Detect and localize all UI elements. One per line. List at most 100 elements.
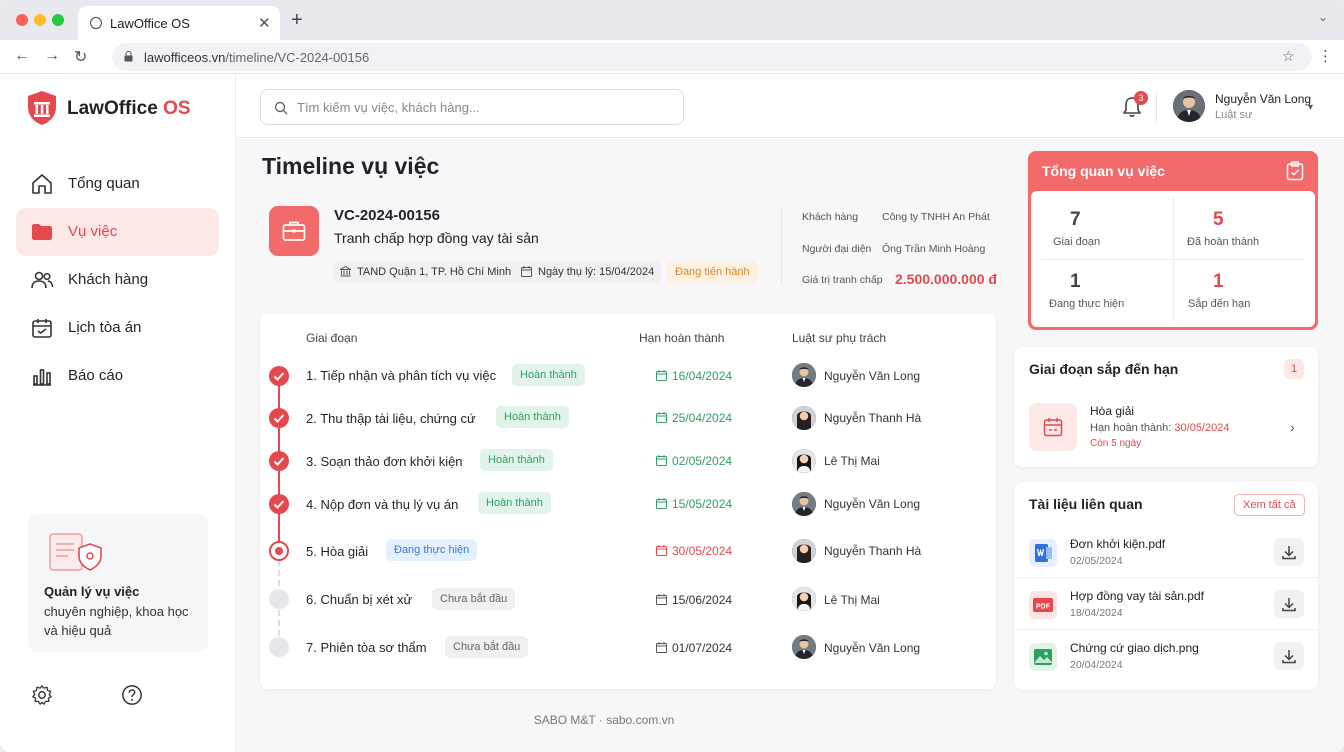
deadline-remaining: Còn 5 ngày <box>1090 438 1142 449</box>
dispute-amount-label: Giá trị tranh chấp <box>802 274 883 286</box>
divider <box>1041 259 1305 260</box>
column-header-stage: Giai đoạn <box>306 331 358 345</box>
sidebar-item-cases[interactable]: Vụ việc <box>16 208 219 256</box>
representative-value: Ông Trần Minh Hoàng <box>882 243 986 255</box>
footer-credit: SABO M&T · sabo.com.vn <box>533 713 675 727</box>
sidebar-item-court-calendar[interactable]: Lịch tòa án <box>16 304 219 352</box>
step-name: 2. Thu thập tài liệu, chứng cứ <box>306 411 476 426</box>
step-status-badge: Hoàn thành <box>512 364 585 386</box>
promo-title: Quản lý vụ việc <box>44 584 140 599</box>
lawyer-avatar <box>792 539 816 563</box>
sidebar-item-reports[interactable]: Báo cáo <box>16 352 219 400</box>
step-name: 3. Soạn thảo đơn khởi kiện <box>306 454 463 469</box>
lawyer-avatar <box>792 363 816 387</box>
search-placeholder: Tìm kiếm vụ việc, khách hàng... <box>297 100 480 115</box>
minimize-window-button[interactable] <box>34 14 46 26</box>
url-field[interactable]: lawofficeos.vn/timeline/VC-2024-00156 ☆ <box>112 43 1312 71</box>
dispute-amount-value: 2.500.000.000 đ <box>895 271 997 287</box>
stat-completed: 5 <box>1213 209 1224 230</box>
calendar-small-icon <box>656 370 667 381</box>
help-circle-icon[interactable] <box>121 684 143 706</box>
lawyer-name: Lê Thị Mai <box>824 454 880 468</box>
chevron-right-icon[interactable]: › <box>1290 419 1295 435</box>
sidebar-item-clients[interactable]: Khách hàng <box>16 256 219 304</box>
column-header-deadline: Hạn hoàn thành <box>639 331 725 345</box>
pending-step-icon <box>269 589 289 609</box>
status-badge: Đang tiến hành <box>667 261 758 283</box>
promo-card: Quản lý vụ việc chuyên nghiệp, khoa học … <box>28 514 208 652</box>
document-row[interactable]: PDF Hợp đồng vay tài sản.pdf 18/04/2024 <box>1014 578 1318 630</box>
sidebar-item-overview[interactable]: Tổng quan <box>16 160 219 208</box>
lawyer-name: Nguyễn Văn Long <box>824 641 921 655</box>
browser-menu-icon[interactable]: ⋮ <box>1318 47 1333 65</box>
notification-badge: 3 <box>1134 91 1148 105</box>
image-file-icon <box>1029 643 1057 671</box>
app-topbar: Tìm kiếm vụ việc, khách hàng... 3 Nguyễn… <box>236 74 1344 138</box>
check-circle-icon <box>269 408 289 428</box>
search-input[interactable]: Tìm kiếm vụ việc, khách hàng... <box>260 89 684 125</box>
step-name: 7. Phiên tòa sơ thẩm <box>306 640 427 655</box>
court-chip: TAND Quận 1, TP. Hồ Chí Minh <box>333 261 520 283</box>
check-circle-icon <box>269 451 289 471</box>
chevron-down-icon[interactable]: ▾ <box>1308 102 1313 113</box>
stat-label: Đã hoàn thành <box>1187 236 1260 248</box>
maximize-window-button[interactable] <box>52 14 64 26</box>
document-name: Hợp đồng vay tài sản.pdf <box>1070 589 1204 603</box>
document-name: Chứng cứ giao dịch.png <box>1070 641 1199 655</box>
back-arrow-icon[interactable]: ← <box>14 47 30 65</box>
divider <box>1156 92 1157 122</box>
card-title: Giai đoạn sắp đến hạn <box>1029 361 1179 377</box>
deadline-item-name[interactable]: Hòa giải <box>1090 404 1134 418</box>
tab-close-icon[interactable]: ✕ <box>258 14 271 32</box>
settings-gear-icon[interactable] <box>31 684 53 706</box>
pdf-file-icon: PDF <box>1029 591 1057 619</box>
sidebar-item-label: Báo cáo <box>68 367 124 384</box>
sidebar: LawOffice OS Tổng quan Vụ việc Khách hàn… <box>0 74 236 752</box>
step-status-badge: Hoàn thành <box>478 492 551 514</box>
browser-tab[interactable]: LawOffice OS ✕ <box>78 6 280 40</box>
step-name: 5. Hòa giải <box>306 544 369 559</box>
deadline-item-due: Hạn hoàn thành: 30/05/2024 <box>1090 422 1230 434</box>
sidebar-item-label: Tổng quan <box>68 175 140 192</box>
calendar-small-icon <box>656 455 667 466</box>
accepted-date-chip: Ngày thụ lý: 15/04/2024 <box>514 261 663 283</box>
document-row[interactable]: Đơn khởi kiện.pdf 02/05/2024 <box>1014 526 1318 578</box>
download-icon[interactable] <box>1274 538 1304 566</box>
overview-stats: 7 Giai đoạn 5 Đã hoàn thành 1 Đang thực … <box>1031 191 1315 327</box>
calendar-icon <box>32 319 52 338</box>
user-name[interactable]: Nguyễn Văn Long <box>1215 92 1311 106</box>
home-icon <box>32 174 52 194</box>
related-documents-card: Tài liệu liên quan Xem tất cả Đơn khởi k… <box>1014 482 1318 690</box>
document-date: 02/05/2024 <box>1070 555 1123 567</box>
bookmark-star-icon[interactable]: ☆ <box>1282 48 1295 65</box>
close-window-button[interactable] <box>16 14 28 26</box>
lawyer-avatar <box>792 449 816 473</box>
view-all-button[interactable]: Xem tất cả <box>1234 494 1305 516</box>
globe-icon <box>90 17 102 29</box>
column-header-lawyer: Luật sư phụ trách <box>792 331 887 345</box>
download-icon[interactable] <box>1274 590 1304 618</box>
calendar-small-icon <box>521 266 532 277</box>
user-avatar[interactable] <box>1173 90 1205 122</box>
word-file-icon <box>1029 539 1057 567</box>
document-row[interactable]: Chứng cứ giao dịch.png 20/04/2024 <box>1014 630 1318 682</box>
browser-titlebar: LawOffice OS ✕ + ⌄ <box>0 0 1344 40</box>
stat-label: Giai đoạn <box>1053 236 1101 248</box>
brand-name: LawOffice OS <box>67 98 191 119</box>
lawyer-avatar <box>792 406 816 430</box>
step-name: 1. Tiếp nhận và phân tích vụ việc <box>306 368 497 383</box>
lawyer-avatar <box>792 587 816 611</box>
lawyer-name: Nguyễn Thanh Hà <box>824 544 922 558</box>
lawyer-name: Nguyễn Văn Long <box>824 369 921 383</box>
reload-icon[interactable]: ↻ <box>74 47 87 67</box>
tab-list-chevron-icon[interactable]: ⌄ <box>1318 10 1328 24</box>
new-tab-button[interactable]: + <box>291 10 303 30</box>
step-status-badge: Chưa bắt đầu <box>445 636 529 658</box>
user-role: Luật sư <box>1215 109 1253 121</box>
download-icon[interactable] <box>1274 642 1304 670</box>
sidebar-item-label: Vụ việc <box>68 223 118 240</box>
folder-icon <box>32 224 52 240</box>
promo-text: chuyên nghiệp, khoa học và hiệu quả <box>44 604 189 638</box>
document-shield-icon <box>49 533 102 571</box>
forward-arrow-icon[interactable]: → <box>44 47 60 65</box>
